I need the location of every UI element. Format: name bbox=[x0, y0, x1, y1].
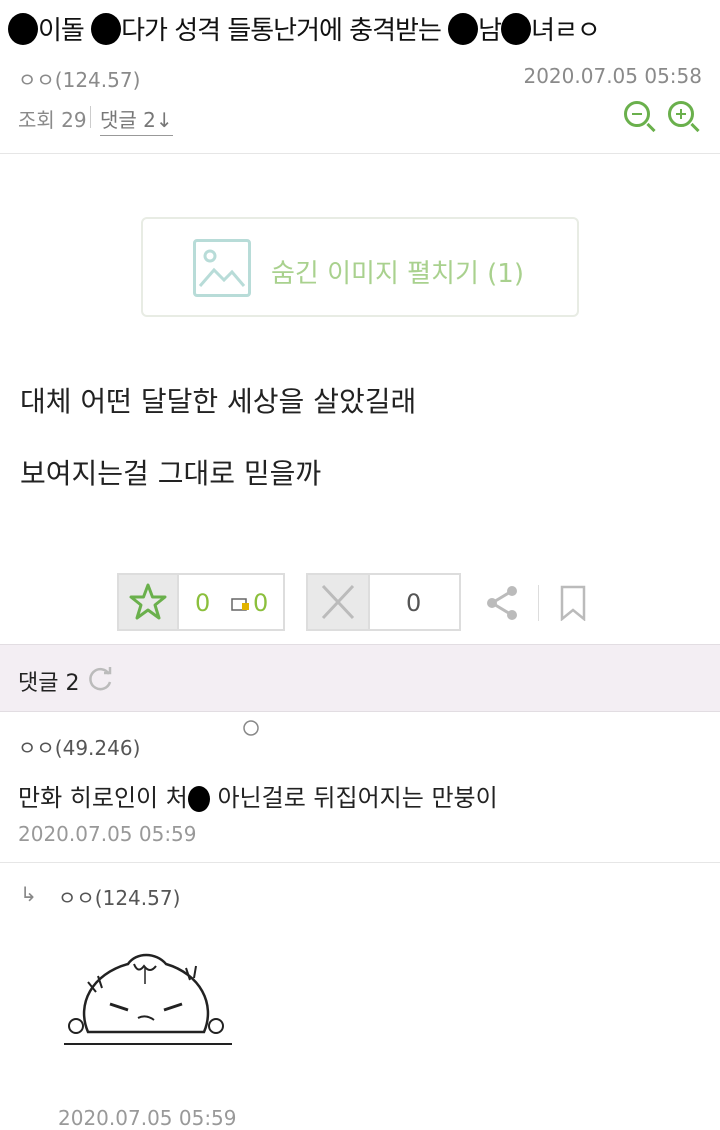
title-text: 녀ㄹㅇ bbox=[531, 16, 601, 46]
zoom-out-icon[interactable] bbox=[624, 101, 650, 127]
bookmark-icon[interactable] bbox=[560, 585, 586, 621]
circle-icon bbox=[243, 720, 259, 736]
x-icon bbox=[321, 584, 355, 620]
action-divider bbox=[538, 585, 539, 621]
title-text: 다가 성격 들통난거에 충격받는 bbox=[121, 16, 442, 46]
comment-date: 2020.07.05 05:59 bbox=[58, 1106, 237, 1130]
like-count: 0 bbox=[195, 589, 211, 617]
comment-text-part: 아닌걸로 뒤집어지는 만붕이 bbox=[217, 784, 498, 812]
title-text: 남 bbox=[478, 16, 502, 46]
view-count: 조회 29 bbox=[18, 108, 87, 132]
dislike-button[interactable] bbox=[308, 575, 370, 629]
dumpling-sticker bbox=[64, 953, 232, 1045]
comments-count-label: 댓글 2 bbox=[18, 671, 80, 696]
meta-divider bbox=[90, 106, 91, 128]
redaction-mark bbox=[501, 12, 532, 45]
comment-author[interactable]: ㅇㅇ(49.246) bbox=[18, 732, 140, 761]
comment-text: 만화 히로인이 처 아닌걸로 뒤집어지는 만붕이 bbox=[18, 778, 498, 813]
comments-header: 댓글 2 bbox=[0, 644, 720, 712]
reply-marker-icon: ↳ bbox=[20, 882, 37, 906]
image-icon bbox=[193, 239, 251, 297]
share-icon[interactable] bbox=[484, 584, 522, 622]
dislike-count: 0 bbox=[406, 589, 422, 617]
post-body-line: 보여지는걸 그대로 믿을까 bbox=[20, 457, 322, 490]
like-button[interactable] bbox=[119, 575, 179, 629]
lock-count: 0 bbox=[253, 589, 269, 617]
header-divider bbox=[0, 153, 720, 154]
redaction-mark bbox=[91, 12, 122, 45]
post-title: 이돌 다가 성격 들통난거에 충격받는 남 녀ㄹㅇ bbox=[8, 10, 601, 47]
post-author[interactable]: ㅇㅇ(124.57) bbox=[18, 64, 140, 93]
expand-hidden-image-button[interactable]: 숨긴 이미지 펼치기 (1) bbox=[141, 217, 579, 317]
post-date: 2020.07.05 05:58 bbox=[523, 64, 702, 88]
comments-jump-link[interactable]: 댓글 2↓ bbox=[100, 104, 173, 136]
expand-hidden-image-label: 숨긴 이미지 펼치기 (1) bbox=[271, 259, 524, 289]
comment-divider bbox=[0, 862, 720, 863]
comment-text-part: 만화 히로인이 처 bbox=[18, 784, 188, 812]
zoom-in-icon[interactable] bbox=[668, 101, 694, 127]
redaction-mark bbox=[187, 786, 210, 812]
star-icon bbox=[129, 583, 167, 620]
post-body-line: 대체 어떤 달달한 세상을 살았길래 bbox=[20, 385, 417, 418]
comment-date: 2020.07.05 05:59 bbox=[18, 822, 197, 846]
dislike-box: 0 bbox=[306, 573, 461, 631]
lock-icon bbox=[231, 598, 249, 611]
title-text: 이돌 bbox=[38, 16, 85, 46]
refresh-icon[interactable] bbox=[86, 665, 114, 693]
like-box: 0 0 bbox=[117, 573, 285, 631]
redaction-mark bbox=[448, 12, 479, 45]
comment-author[interactable]: ㅇㅇ(124.57) bbox=[58, 882, 180, 911]
redaction-mark bbox=[8, 12, 38, 45]
